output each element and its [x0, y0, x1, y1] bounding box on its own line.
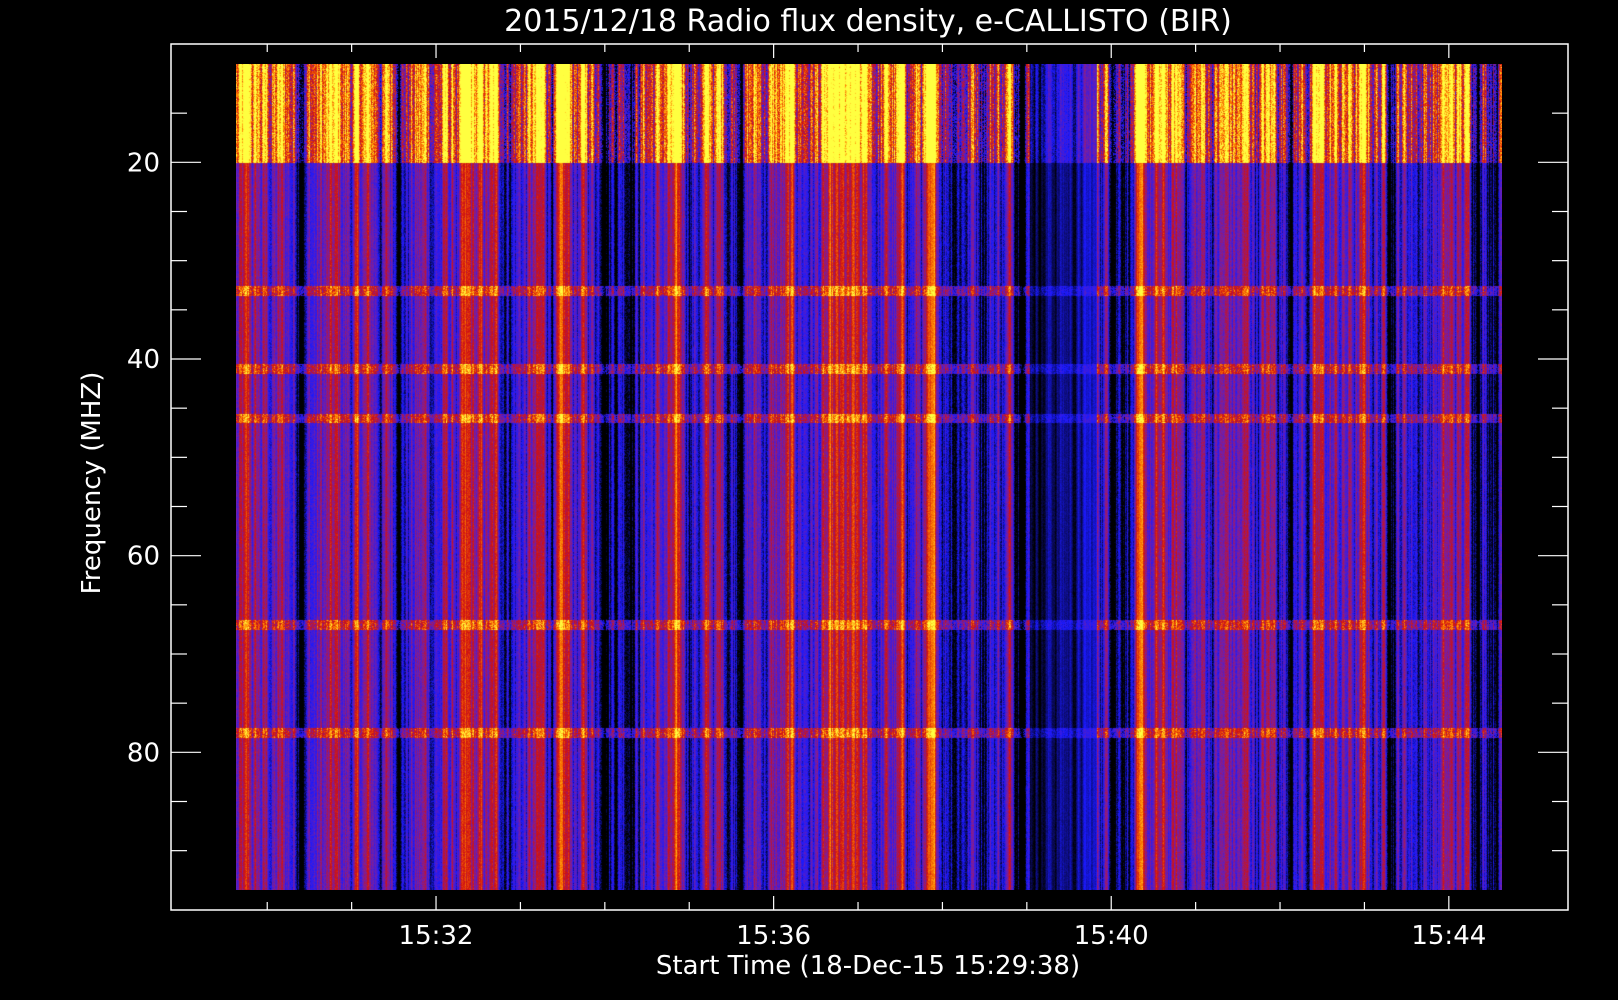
- spectrogram-chart: 2015/12/18 Radio flux density, e-CALLIST…: [0, 0, 1618, 1000]
- y-tick-label: 40: [127, 345, 160, 375]
- y-tick-label: 20: [127, 148, 160, 178]
- x-tick-label: 15:44: [1411, 921, 1486, 951]
- x-tick-label: 15:36: [736, 921, 811, 951]
- x-tick-label: 15:40: [1074, 921, 1149, 951]
- x-tick-label: 15:32: [399, 921, 474, 951]
- y-tick-label: 60: [127, 542, 160, 572]
- chart-title: 2015/12/18 Radio flux density, e-CALLIST…: [504, 4, 1232, 39]
- x-axis-label: Start Time (18-Dec-15 15:29:38): [656, 951, 1080, 981]
- y-axis-label: Frequency (MHZ): [77, 372, 107, 595]
- y-tick-label: 80: [127, 738, 160, 768]
- spectrogram-raster: [236, 64, 1502, 890]
- spectrogram-image: [236, 64, 1502, 890]
